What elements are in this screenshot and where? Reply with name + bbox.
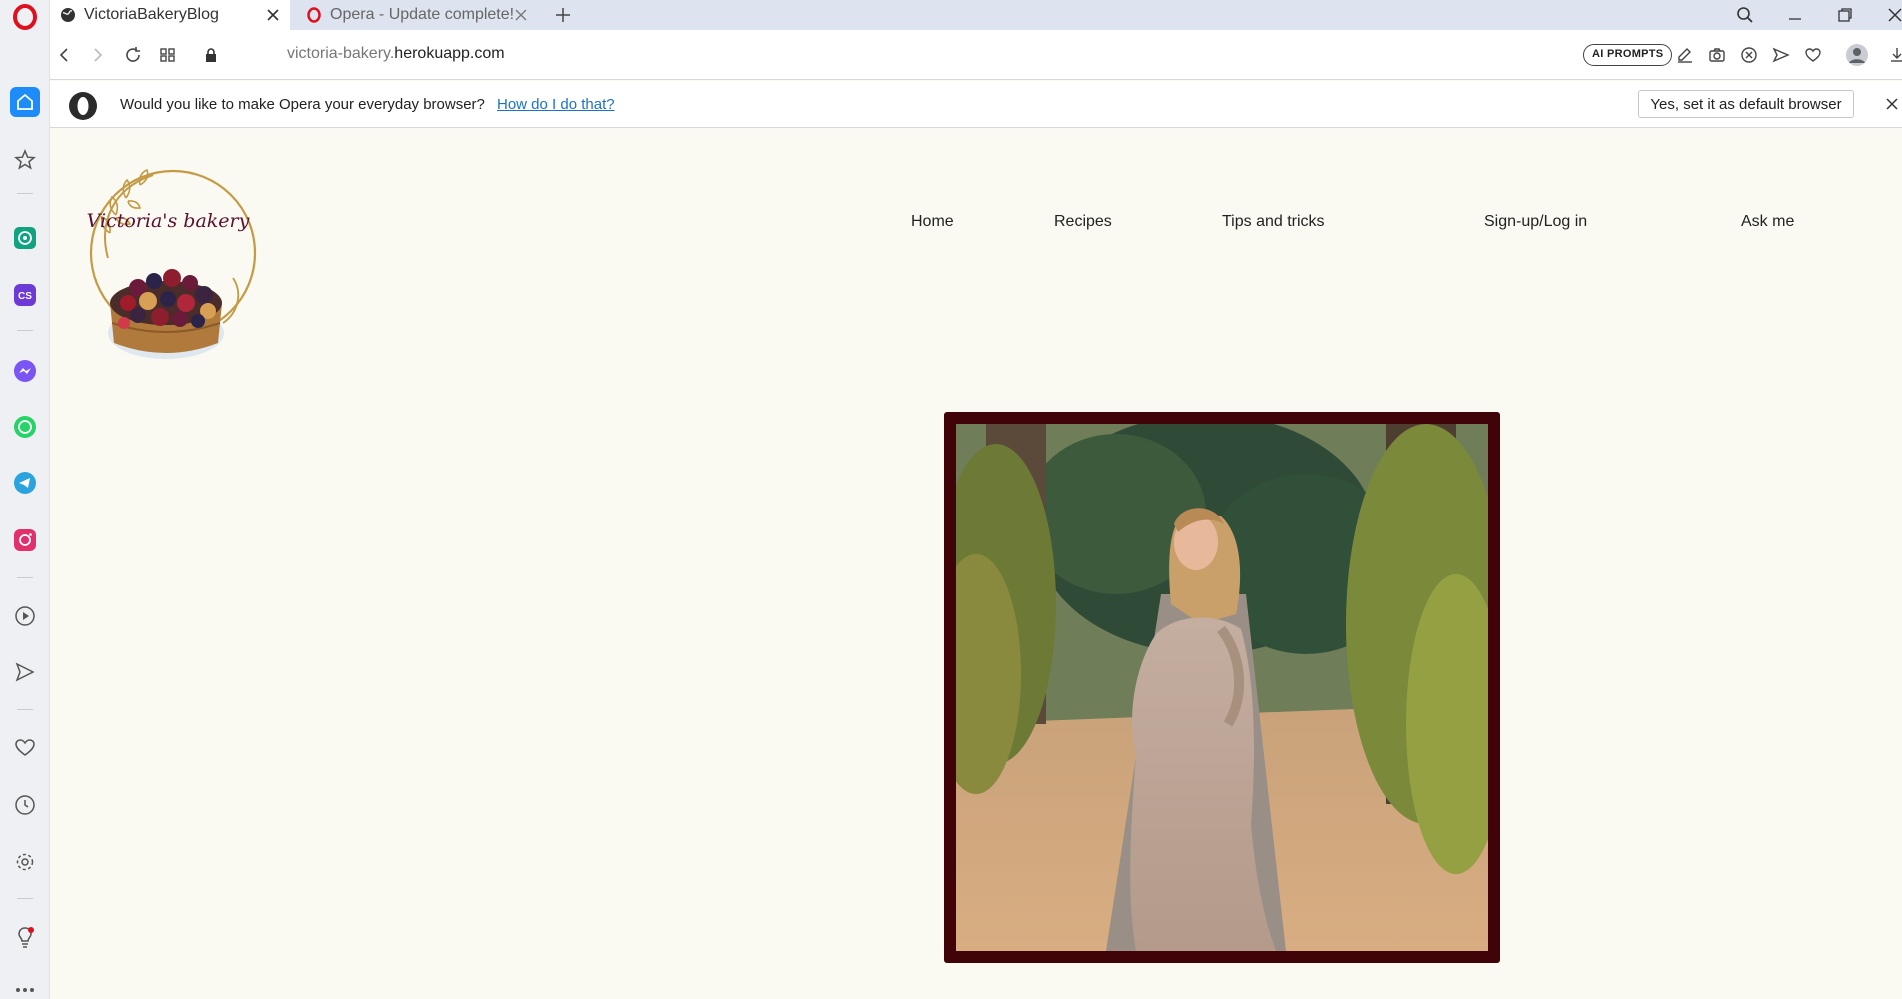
block-icon[interactable]: [1734, 40, 1764, 70]
how-do-i-link[interactable]: How do I do that?: [497, 96, 615, 113]
messenger-icon[interactable]: [10, 356, 40, 386]
avatar[interactable]: [1842, 40, 1872, 70]
banner-message: Would you like to make Opera your everyd…: [120, 96, 485, 113]
chatsonic-icon[interactable]: CS: [10, 280, 40, 310]
restore-button[interactable]: [1825, 0, 1865, 30]
opera-favicon-icon: [307, 7, 321, 23]
close-tab-icon[interactable]: [512, 6, 530, 24]
opera-sidebar: CS: [0, 0, 50, 999]
url-prefix: victoria-bakery.: [287, 45, 395, 62]
logo-text: Victoria's bakery: [87, 210, 250, 232]
lightbulb-icon[interactable]: [10, 922, 40, 952]
tab-opera-update[interactable]: Opera - Update complete!: [296, 0, 538, 30]
back-button[interactable]: [50, 40, 80, 70]
nav-ask-me[interactable]: Ask me: [1741, 213, 1794, 231]
heart-icon[interactable]: [10, 733, 40, 763]
close-tab-icon[interactable]: [264, 6, 282, 24]
opera-logo-icon[interactable]: [10, 2, 40, 32]
whatsapp-icon[interactable]: [10, 412, 40, 442]
site-logo[interactable]: Victoria's bakery: [68, 163, 268, 388]
more-icon[interactable]: [10, 975, 40, 999]
author-photo-frame: [944, 412, 1500, 963]
player-icon[interactable]: [10, 601, 40, 631]
edit-icon[interactable]: [1670, 40, 1700, 70]
nav-home[interactable]: Home: [911, 213, 954, 231]
tab-title: VictoriaBakeryBlog: [84, 6, 219, 23]
tab-strip: VictoriaBakeryBlog Opera - Update comple…: [50, 0, 1902, 30]
author-photo: [956, 424, 1488, 951]
search-tabs-icon[interactable]: [1725, 0, 1765, 30]
nav-tips-and-tricks[interactable]: Tips and tricks: [1222, 213, 1325, 231]
set-default-browser-button[interactable]: Yes, set it as default browser: [1638, 90, 1854, 118]
settings-icon[interactable]: [10, 847, 40, 877]
url-field[interactable]: victoria-bakery.herokuapp.com: [287, 45, 505, 63]
url-host: herokuapp.com: [394, 45, 505, 62]
heart-icon[interactable]: [1798, 40, 1828, 70]
telegram-icon[interactable]: [10, 468, 40, 498]
download-icon[interactable]: [1882, 40, 1902, 70]
camera-icon[interactable]: [1702, 40, 1732, 70]
send-icon[interactable]: [10, 657, 40, 687]
close-icon[interactable]: [1882, 94, 1902, 114]
new-tab-button[interactable]: [550, 2, 576, 28]
close-window-button[interactable]: [1875, 0, 1902, 30]
address-toolbar: victoria-bakery.herokuapp.com AI PROMPTS: [50, 30, 1902, 80]
reload-button[interactable]: [118, 40, 148, 70]
nav-sign-up-log-in[interactable]: Sign-up/Log in: [1484, 213, 1587, 231]
star-icon[interactable]: [10, 145, 40, 175]
history-icon[interactable]: [10, 790, 40, 820]
tab-victoria-bakery[interactable]: VictoriaBakeryBlog: [50, 0, 290, 30]
tab-grid-icon[interactable]: [153, 40, 183, 70]
page-content: Victoria's bakery Home Recipes Tips and …: [50, 128, 1902, 999]
chatgpt-icon[interactable]: [10, 223, 40, 253]
opera-logo-icon: [68, 91, 98, 126]
home-icon[interactable]: [10, 87, 40, 117]
globe-icon: [61, 8, 75, 22]
minimize-button[interactable]: [1775, 0, 1815, 30]
default-browser-banner: Would you like to make Opera your everyd…: [50, 81, 1902, 128]
nav-recipes[interactable]: Recipes: [1054, 213, 1112, 231]
send-icon[interactable]: [1766, 40, 1796, 70]
instagram-icon[interactable]: [10, 525, 40, 555]
tab-title: Opera - Update complete!: [330, 6, 515, 23]
forward-button[interactable]: [82, 40, 112, 70]
lock-icon[interactable]: [196, 40, 226, 70]
ai-prompts-button[interactable]: AI PROMPTS: [1583, 44, 1673, 66]
svg-text:CS: CS: [18, 291, 32, 302]
